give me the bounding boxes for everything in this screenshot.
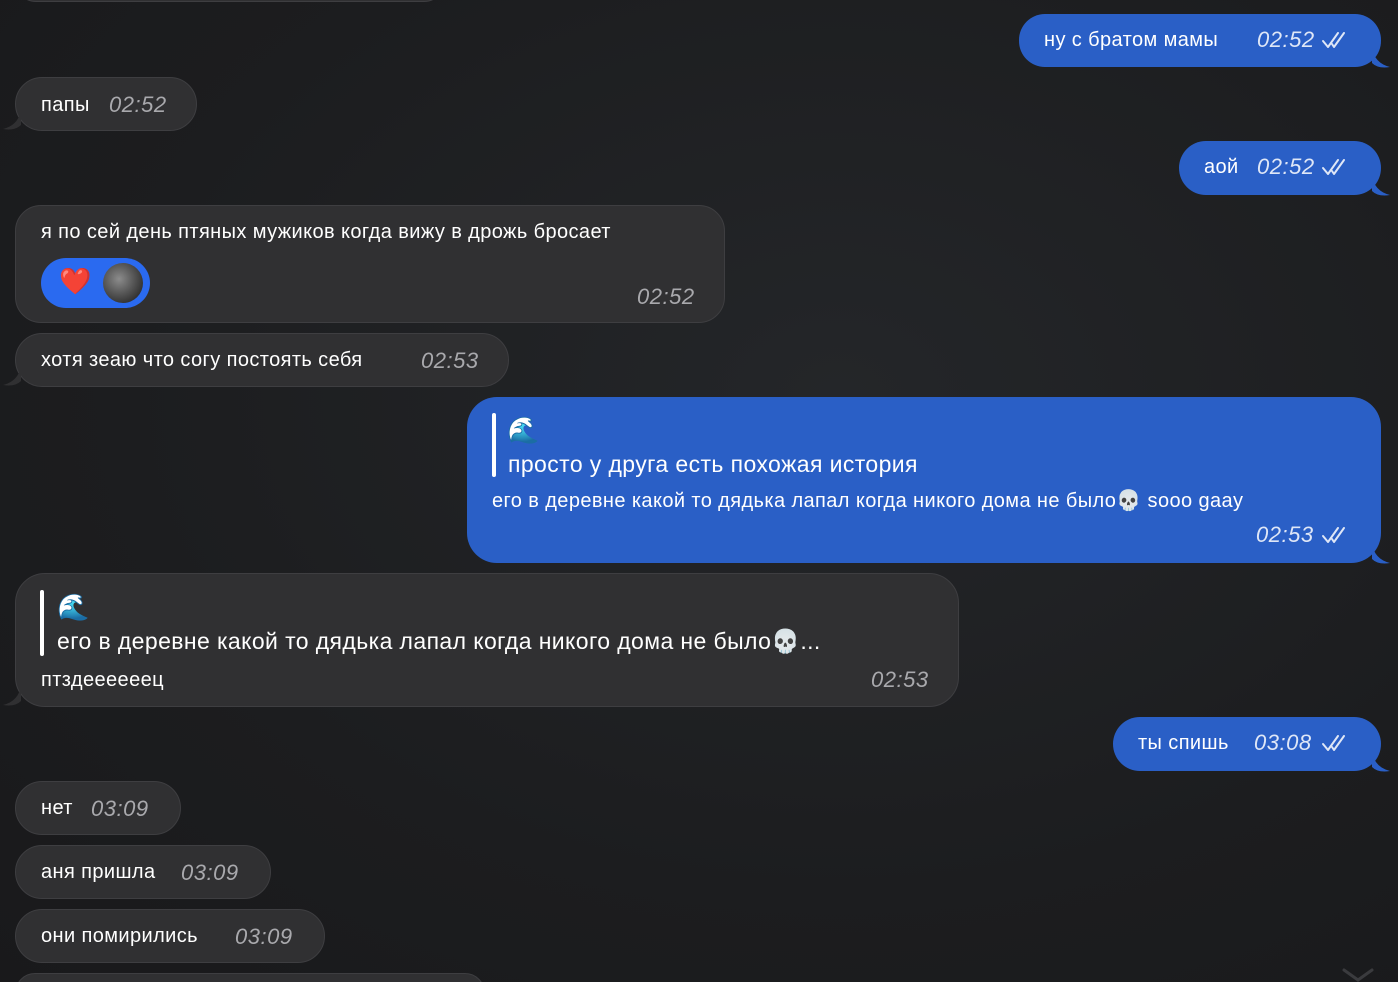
double-check-icon — [1322, 735, 1345, 751]
bubble-tail-icon — [1372, 175, 1390, 196]
bubble-tail-icon — [3, 365, 21, 386]
message-text: нет — [41, 797, 73, 819]
bubble-tail-icon — [3, 109, 21, 130]
message-time: 03:09 — [91, 796, 149, 821]
chat-view[interactable]: ну с братом мамы 02:52 папы 02:52 аой 02… — [0, 0, 1398, 982]
wave-icon: 🌊 — [507, 415, 540, 445]
message-text: папы — [41, 94, 90, 116]
quote-bar — [492, 413, 496, 477]
message-text: его в деревне какой то дядька лапал когд… — [492, 490, 1244, 512]
double-check-icon — [1322, 527, 1345, 543]
message-text: ну с братом мамы — [1044, 29, 1219, 51]
message-outgoing[interactable]: ну с братом мамы 02:52 — [1019, 14, 1381, 67]
message-incoming[interactable]: я по сей день птяных мужиков когда вижу … — [15, 205, 725, 323]
message-time: 02:52 — [637, 284, 695, 309]
avatar — [103, 263, 143, 303]
bubble-tail-icon — [1372, 543, 1390, 564]
partial-incoming-bubble-top — [15, 0, 445, 2]
bubble-tail-icon — [1372, 47, 1390, 68]
double-check-icon — [1322, 159, 1345, 175]
message-time: 02:52 — [1257, 27, 1315, 52]
message-text: птздеееееец — [41, 669, 164, 691]
message-text: аой — [1204, 156, 1239, 178]
heart-icon: ❤️ — [59, 266, 92, 296]
message-time: 02:52 — [109, 92, 167, 117]
scroll-down-chevron-icon[interactable] — [1338, 968, 1378, 982]
message-time: 03:08 — [1254, 730, 1312, 755]
message-time: 02:53 — [871, 667, 929, 692]
reaction-pill[interactable]: ❤️ — [41, 258, 150, 308]
message-time: 02:53 — [421, 348, 479, 373]
message-text: хотя зеаю что согу постоять себя — [41, 349, 363, 371]
message-incoming[interactable]: они помирились 03:09 — [15, 909, 325, 963]
message-incoming[interactable]: аня пришла 03:09 — [15, 845, 271, 899]
message-time: 02:52 — [1257, 154, 1315, 179]
double-check-icon — [1322, 32, 1345, 48]
partial-incoming-bubble-bottom — [15, 973, 485, 982]
message-incoming[interactable]: 🌊 его в деревне какой то дядька лапал ко… — [15, 573, 959, 707]
message-incoming[interactable]: хотя зеаю что согу постоять себя 02:53 — [15, 333, 509, 387]
wave-icon: 🌊 — [57, 592, 90, 622]
message-text: аня пришла — [41, 861, 156, 883]
message-outgoing[interactable]: 🌊 просто у друга есть похожая история ег… — [467, 397, 1381, 563]
message-incoming[interactable]: папы 02:52 — [15, 77, 197, 131]
message-text: ты спишь — [1138, 732, 1229, 754]
quote-text: просто у друга есть похожая история — [508, 451, 918, 477]
message-outgoing[interactable]: ты спишь 03:08 — [1113, 717, 1381, 771]
message-time: 03:09 — [235, 924, 293, 949]
message-time: 03:09 — [181, 860, 239, 885]
message-incoming[interactable]: нет 03:09 — [15, 781, 181, 835]
message-text: они помирились — [41, 925, 198, 947]
message-time: 02:53 — [1256, 522, 1314, 547]
message-text: я по сей день птяных мужиков когда вижу … — [41, 221, 611, 243]
quote-bar — [40, 590, 44, 656]
bubble-tail-icon — [1372, 751, 1390, 772]
quote-text: его в деревне какой то дядька лапал когд… — [57, 628, 821, 654]
message-outgoing[interactable]: аой 02:52 — [1179, 141, 1381, 195]
bubble-tail-icon — [3, 685, 21, 706]
